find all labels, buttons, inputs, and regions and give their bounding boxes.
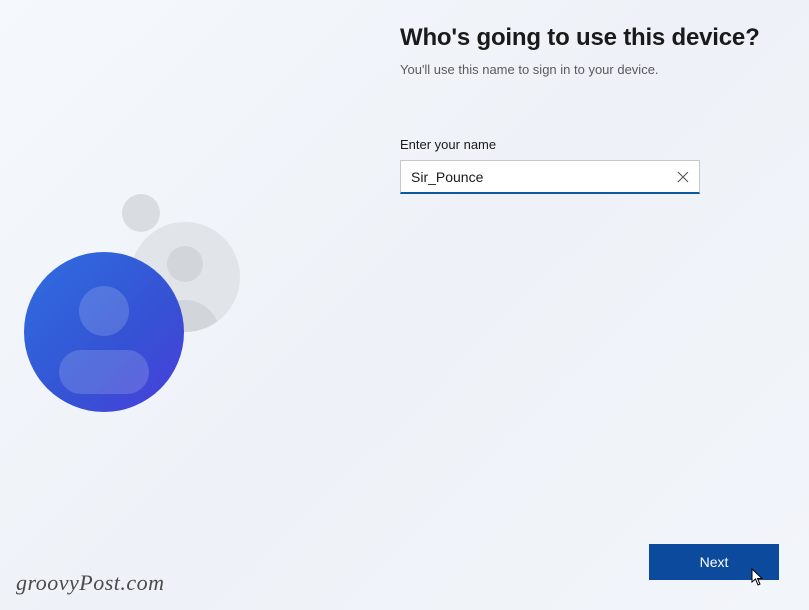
page-subtitle: You'll use this name to sign in to your … [400,62,779,77]
next-button[interactable]: Next [649,544,779,580]
watermark-text: groovyPost.com [16,570,165,596]
user-illustration [20,190,250,420]
name-input-wrapper [400,160,700,194]
close-icon [677,171,689,183]
name-input[interactable] [400,160,700,194]
setup-form: Who's going to use this device? You'll u… [400,24,779,194]
clear-input-button[interactable] [672,166,694,188]
name-field-label: Enter your name [400,137,779,152]
page-title: Who's going to use this device? [400,24,779,52]
person-icon-blue [24,252,184,412]
decorative-circle-small [122,194,160,232]
